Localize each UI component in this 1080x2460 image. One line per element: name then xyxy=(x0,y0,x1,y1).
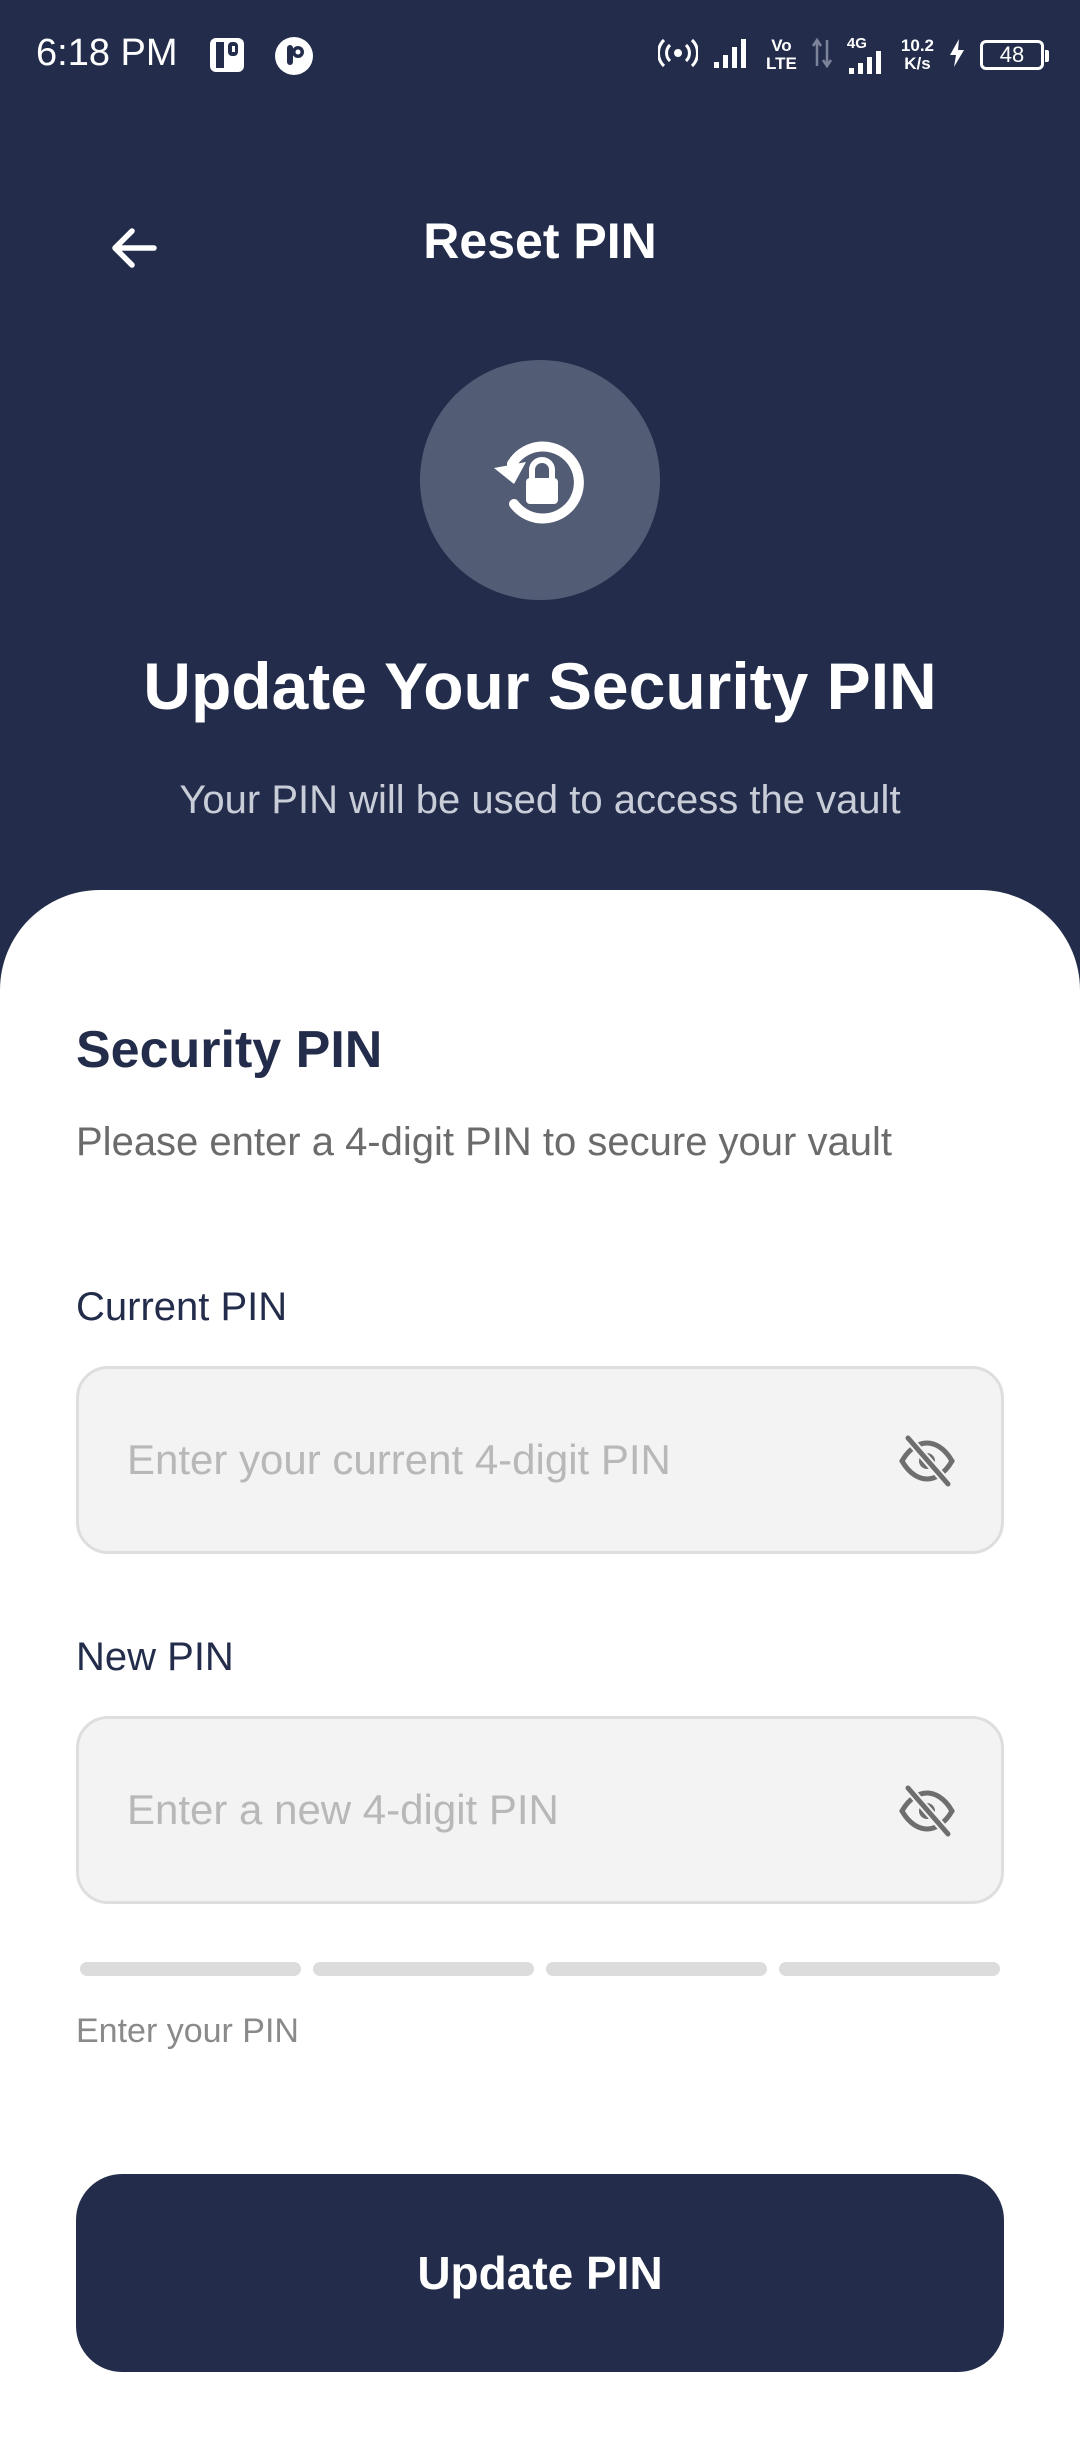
new-pin-field[interactable] xyxy=(76,1716,1004,1904)
section-description: Please enter a 4-digit PIN to secure you… xyxy=(76,1120,892,1164)
status-bar: 6:18 PM Vo LTE 4G 10.2 K/s 48 xyxy=(0,0,1080,110)
section-title: Security PIN xyxy=(76,1021,383,1079)
parking-app-icon xyxy=(208,36,246,74)
pin-strength-meter xyxy=(80,1962,1000,1976)
current-pin-input[interactable] xyxy=(127,1369,887,1551)
current-pin-field[interactable] xyxy=(76,1366,1004,1554)
battery-indicator: 48 xyxy=(980,40,1049,70)
hero-icon-circle xyxy=(420,360,660,600)
new-pin-input[interactable] xyxy=(127,1719,887,1901)
network-speed: 10.2 K/s xyxy=(900,36,934,73)
status-time: 6:18 PM xyxy=(36,32,178,74)
signal-icon xyxy=(712,36,752,75)
strength-segment xyxy=(313,1962,534,1976)
eye-off-icon xyxy=(899,1435,955,1487)
network-4g-label: 4G xyxy=(846,34,867,52)
current-pin-label: Current PIN xyxy=(76,1285,288,1329)
current-pin-visibility-toggle[interactable] xyxy=(895,1429,959,1493)
lock-reset-icon xyxy=(494,441,584,524)
page-title: Reset PIN xyxy=(423,213,657,269)
new-pin-label: New PIN xyxy=(76,1635,234,1679)
strength-segment xyxy=(546,1962,767,1976)
charging-icon xyxy=(948,38,966,73)
hotspot-icon xyxy=(657,36,700,75)
strength-segment xyxy=(779,1962,1000,1976)
signal-4g: 4G xyxy=(847,36,887,75)
hero-subtitle: Your PIN will be used to access the vaul… xyxy=(179,778,901,822)
strength-hint: Enter your PIN xyxy=(76,2012,299,2050)
data-arrows-icon xyxy=(811,36,833,75)
app-notification-icon xyxy=(274,36,313,75)
signal-4g-icon xyxy=(848,50,881,74)
volte-indicator: Vo LTE xyxy=(766,36,797,73)
new-pin-visibility-toggle[interactable] xyxy=(895,1779,959,1843)
eye-off-icon xyxy=(899,1785,955,1837)
reset-pin-screen: 6:18 PM Vo LTE 4G 10.2 K/s 48 Reset PIN … xyxy=(0,0,1080,2460)
update-pin-button[interactable]: Update PIN xyxy=(76,2174,1004,2372)
hero-title: Update Your Security PIN xyxy=(143,649,937,723)
strength-segment xyxy=(80,1962,301,1976)
